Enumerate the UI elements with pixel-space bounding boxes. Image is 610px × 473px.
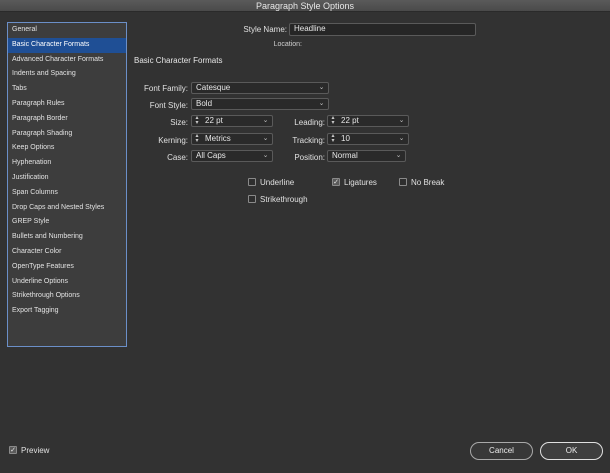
stepper-icon[interactable]: ▴ ▾: [329, 134, 337, 144]
no-break-checkbox[interactable]: [399, 178, 407, 186]
ligatures-label: Ligatures: [344, 178, 377, 187]
chevron-down-icon: ⌄: [395, 152, 402, 159]
chevron-down-icon: ⌄: [262, 117, 269, 124]
font-family-select[interactable]: Catesque ⌄: [191, 82, 329, 94]
ok-button[interactable]: OK: [540, 442, 603, 460]
sidebar-item-hyphenation[interactable]: Hyphenation: [8, 156, 126, 171]
position-select[interactable]: Normal ⌄: [327, 150, 406, 162]
sidebar-item-export-tagging[interactable]: Export Tagging: [8, 304, 126, 319]
font-style-value: Bold: [196, 99, 213, 108]
font-style-select[interactable]: Bold ⌄: [191, 98, 329, 110]
checkmark-icon: ✓: [333, 179, 339, 186]
leading-label: Leading:: [294, 118, 325, 127]
sidebar-item-underline-options[interactable]: Underline Options: [8, 275, 126, 290]
tracking-combo[interactable]: ▴ ▾ 10 ⌄: [327, 133, 409, 145]
position-label: Position:: [294, 153, 325, 162]
sidebar-item-paragraph-rules[interactable]: Paragraph Rules: [8, 97, 126, 112]
kerning-value: Metrics: [205, 134, 231, 143]
sidebar-item-strikethrough-options[interactable]: Strikethrough Options: [8, 289, 126, 304]
sidebar-item-general[interactable]: General: [8, 23, 126, 38]
sidebar-item-paragraph-border[interactable]: Paragraph Border: [8, 112, 126, 127]
case-value: All Caps: [196, 151, 226, 160]
case-select[interactable]: All Caps ⌄: [191, 150, 273, 162]
tracking-value: 10: [341, 134, 350, 143]
stepper-icon[interactable]: ▴ ▾: [193, 116, 201, 126]
sidebar-item-drop-caps-and-nested-styles[interactable]: Drop Caps and Nested Styles: [8, 201, 126, 216]
size-value: 22 pt: [205, 116, 223, 125]
sidebar-item-opentype-features[interactable]: OpenType Features: [8, 260, 126, 275]
stepper-icon[interactable]: ▴ ▾: [329, 116, 337, 126]
sidebar-item-bullets-and-numbering[interactable]: Bullets and Numbering: [8, 230, 126, 245]
chevron-down-icon: ⌄: [262, 135, 269, 142]
category-list[interactable]: General Basic Character Formats Advanced C…: [7, 22, 127, 347]
sidebar-item-advanced-character-formats[interactable]: Advanced Character Formats: [8, 53, 126, 68]
sidebar-item-justification[interactable]: Justification: [8, 171, 126, 186]
sidebar-item-span-columns[interactable]: Span Columns: [8, 186, 126, 201]
underline-checkbox[interactable]: [248, 178, 256, 186]
section-title: Basic Character Formats: [134, 56, 223, 65]
no-break-label: No Break: [411, 178, 445, 187]
leading-value: 22 pt: [341, 116, 359, 125]
preview-label: Preview: [21, 446, 50, 455]
chevron-down-icon: ⌄: [262, 152, 269, 159]
style-name-label: Style Name:: [243, 25, 287, 34]
kerning-combo[interactable]: ▴ ▾ Metrics ⌄: [191, 133, 273, 145]
chevron-down-icon: ⌄: [318, 100, 325, 107]
font-family-label: Font Family:: [143, 84, 188, 93]
chevron-down-icon: ⌄: [398, 117, 405, 124]
sidebar-item-grep-style[interactable]: GREP Style: [8, 215, 126, 230]
window-title: Paragraph Style Options: [0, 0, 610, 12]
tracking-label: Tracking:: [292, 136, 325, 145]
font-style-label: Font Style:: [149, 101, 188, 110]
location-label: Location:: [273, 41, 302, 48]
font-family-value: Catesque: [196, 83, 231, 92]
strikethrough-label: Strikethrough: [260, 195, 308, 204]
sidebar-item-indents-and-spacing[interactable]: Indents and Spacing: [8, 67, 126, 82]
sidebar-item-paragraph-shading[interactable]: Paragraph Shading: [8, 127, 126, 142]
strikethrough-checkbox[interactable]: [248, 195, 256, 203]
sidebar-item-keep-options[interactable]: Keep Options: [8, 141, 126, 156]
style-name-field[interactable]: Headline: [289, 23, 476, 36]
size-label: Size:: [170, 118, 188, 127]
cancel-button[interactable]: Cancel: [470, 442, 533, 460]
ligatures-checkbox[interactable]: ✓: [332, 178, 340, 186]
checkmark-icon: ✓: [10, 447, 16, 454]
preview-checkbox[interactable]: ✓: [9, 446, 17, 454]
stepper-icon[interactable]: ▴ ▾: [193, 134, 201, 144]
kerning-label: Kerning:: [158, 136, 188, 145]
sidebar-item-character-color[interactable]: Character Color: [8, 245, 126, 260]
chevron-down-icon: ⌄: [398, 135, 405, 142]
chevron-down-icon: ⌄: [318, 84, 325, 91]
position-value: Normal: [332, 151, 358, 160]
sidebar-item-basic-character-formats[interactable]: Basic Character Formats: [8, 37, 126, 53]
sidebar-item-tabs[interactable]: Tabs: [8, 82, 126, 97]
leading-combo[interactable]: ▴ ▾ 22 pt ⌄: [327, 115, 409, 127]
size-combo[interactable]: ▴ ▾ 22 pt ⌄: [191, 115, 273, 127]
case-label: Case:: [167, 153, 188, 162]
underline-label: Underline: [260, 178, 295, 187]
